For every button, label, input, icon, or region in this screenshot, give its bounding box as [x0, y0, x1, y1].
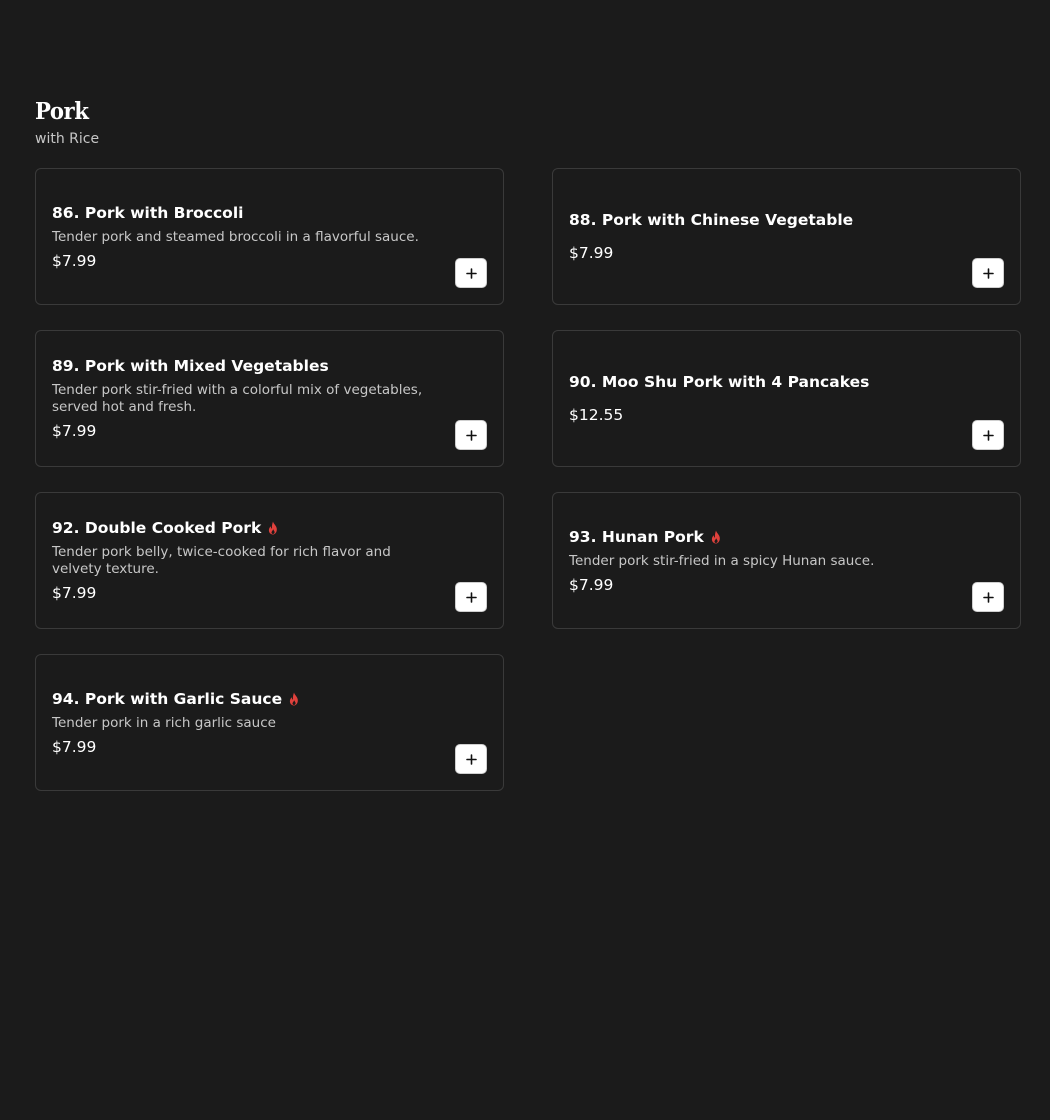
menu-item-title-row: 88. Pork with Chinese Vegetable [569, 210, 954, 230]
menu-item-card[interactable]: 94. Pork with Garlic Sauce Tender pork i… [35, 654, 504, 791]
menu-item-card[interactable]: 88. Pork with Chinese Vegetable $7.99 [552, 168, 1021, 305]
menu-item-title-row: 92. Double Cooked Pork [52, 518, 437, 538]
plus-icon [982, 591, 994, 603]
flame-icon [269, 521, 278, 535]
menu-item-card[interactable]: 90. Moo Shu Pork with 4 Pancakes $12.55 [552, 330, 1021, 467]
menu-item-title: 89. Pork with Mixed Vegetables [52, 357, 329, 375]
menu-item-description: Tender pork stir-fried with a colorful m… [52, 382, 423, 415]
menu-item-card[interactable]: 92. Double Cooked Pork Tender pork belly… [35, 492, 504, 629]
plus-icon [465, 591, 477, 603]
add-to-cart-button[interactable] [455, 582, 487, 612]
menu-item-card[interactable]: 89. Pork with Mixed Vegetables Tender po… [35, 330, 504, 467]
menu-item-price: $7.99 [52, 737, 97, 756]
add-to-cart-button[interactable] [972, 258, 1004, 288]
menu-item-price: $7.99 [52, 422, 97, 440]
plus-icon [465, 429, 477, 441]
plus-icon [982, 267, 994, 279]
menu-item-title: 86. Pork with Broccoli [52, 203, 244, 222]
plus-icon [465, 753, 477, 765]
menu-item-title-row: 89. Pork with Mixed Vegetables [52, 356, 437, 376]
plus-icon [465, 267, 477, 279]
menu-item-title: 90. Moo Shu Pork with 4 Pancakes [569, 373, 870, 391]
add-to-cart-button[interactable] [455, 420, 487, 450]
add-to-cart-button[interactable] [455, 744, 487, 774]
menu-item-price: $7.99 [52, 584, 97, 602]
menu-item-price: $7.99 [569, 575, 614, 594]
flame-icon [711, 530, 720, 543]
add-to-cart-button[interactable] [972, 420, 1004, 450]
add-to-cart-button[interactable] [972, 582, 1004, 612]
menu-item-grid: 86. Pork with Broccoli Tender pork and s… [35, 168, 1021, 791]
plus-icon [982, 429, 994, 441]
menu-item-title-row: 86. Pork with Broccoli [52, 203, 437, 223]
menu-item-title: 94. Pork with Garlic Sauce [52, 689, 283, 708]
flame-icon [289, 692, 298, 705]
menu-item-price: $7.99 [52, 251, 97, 270]
section-subtitle: with Rice [35, 131, 100, 147]
menu-item-card[interactable]: 86. Pork with Broccoli Tender pork and s… [35, 168, 504, 305]
menu-item-title-row: 93. Hunan Pork [569, 527, 954, 547]
menu-item-title-row: 94. Pork with Garlic Sauce [52, 689, 437, 709]
menu-item-title: 93. Hunan Pork [569, 527, 704, 546]
menu-item-title: 92. Double Cooked Pork [52, 519, 262, 537]
menu-item-title-row: 90. Moo Shu Pork with 4 Pancakes [569, 372, 954, 392]
section-title: Pork [35, 98, 89, 125]
menu-item-description: Tender pork and steamed broccoli in a fl… [52, 228, 419, 245]
menu-item-title: 88. Pork with Chinese Vegetable [569, 211, 854, 229]
section-header: Pork with Rice [35, 97, 99, 148]
menu-item-description: Tender pork in a rich garlic sauce [52, 714, 276, 731]
menu-item-price: $12.55 [569, 406, 624, 424]
menu-item-price: $7.99 [569, 244, 614, 262]
add-to-cart-button[interactable] [455, 258, 487, 288]
menu-item-description: Tender pork stir-fried in a spicy Hunan … [569, 552, 875, 569]
menu-item-card[interactable]: 93. Hunan Pork Tender pork stir-fried in… [552, 492, 1021, 629]
menu-item-description: Tender pork belly, twice-cooked for rich… [52, 544, 391, 577]
